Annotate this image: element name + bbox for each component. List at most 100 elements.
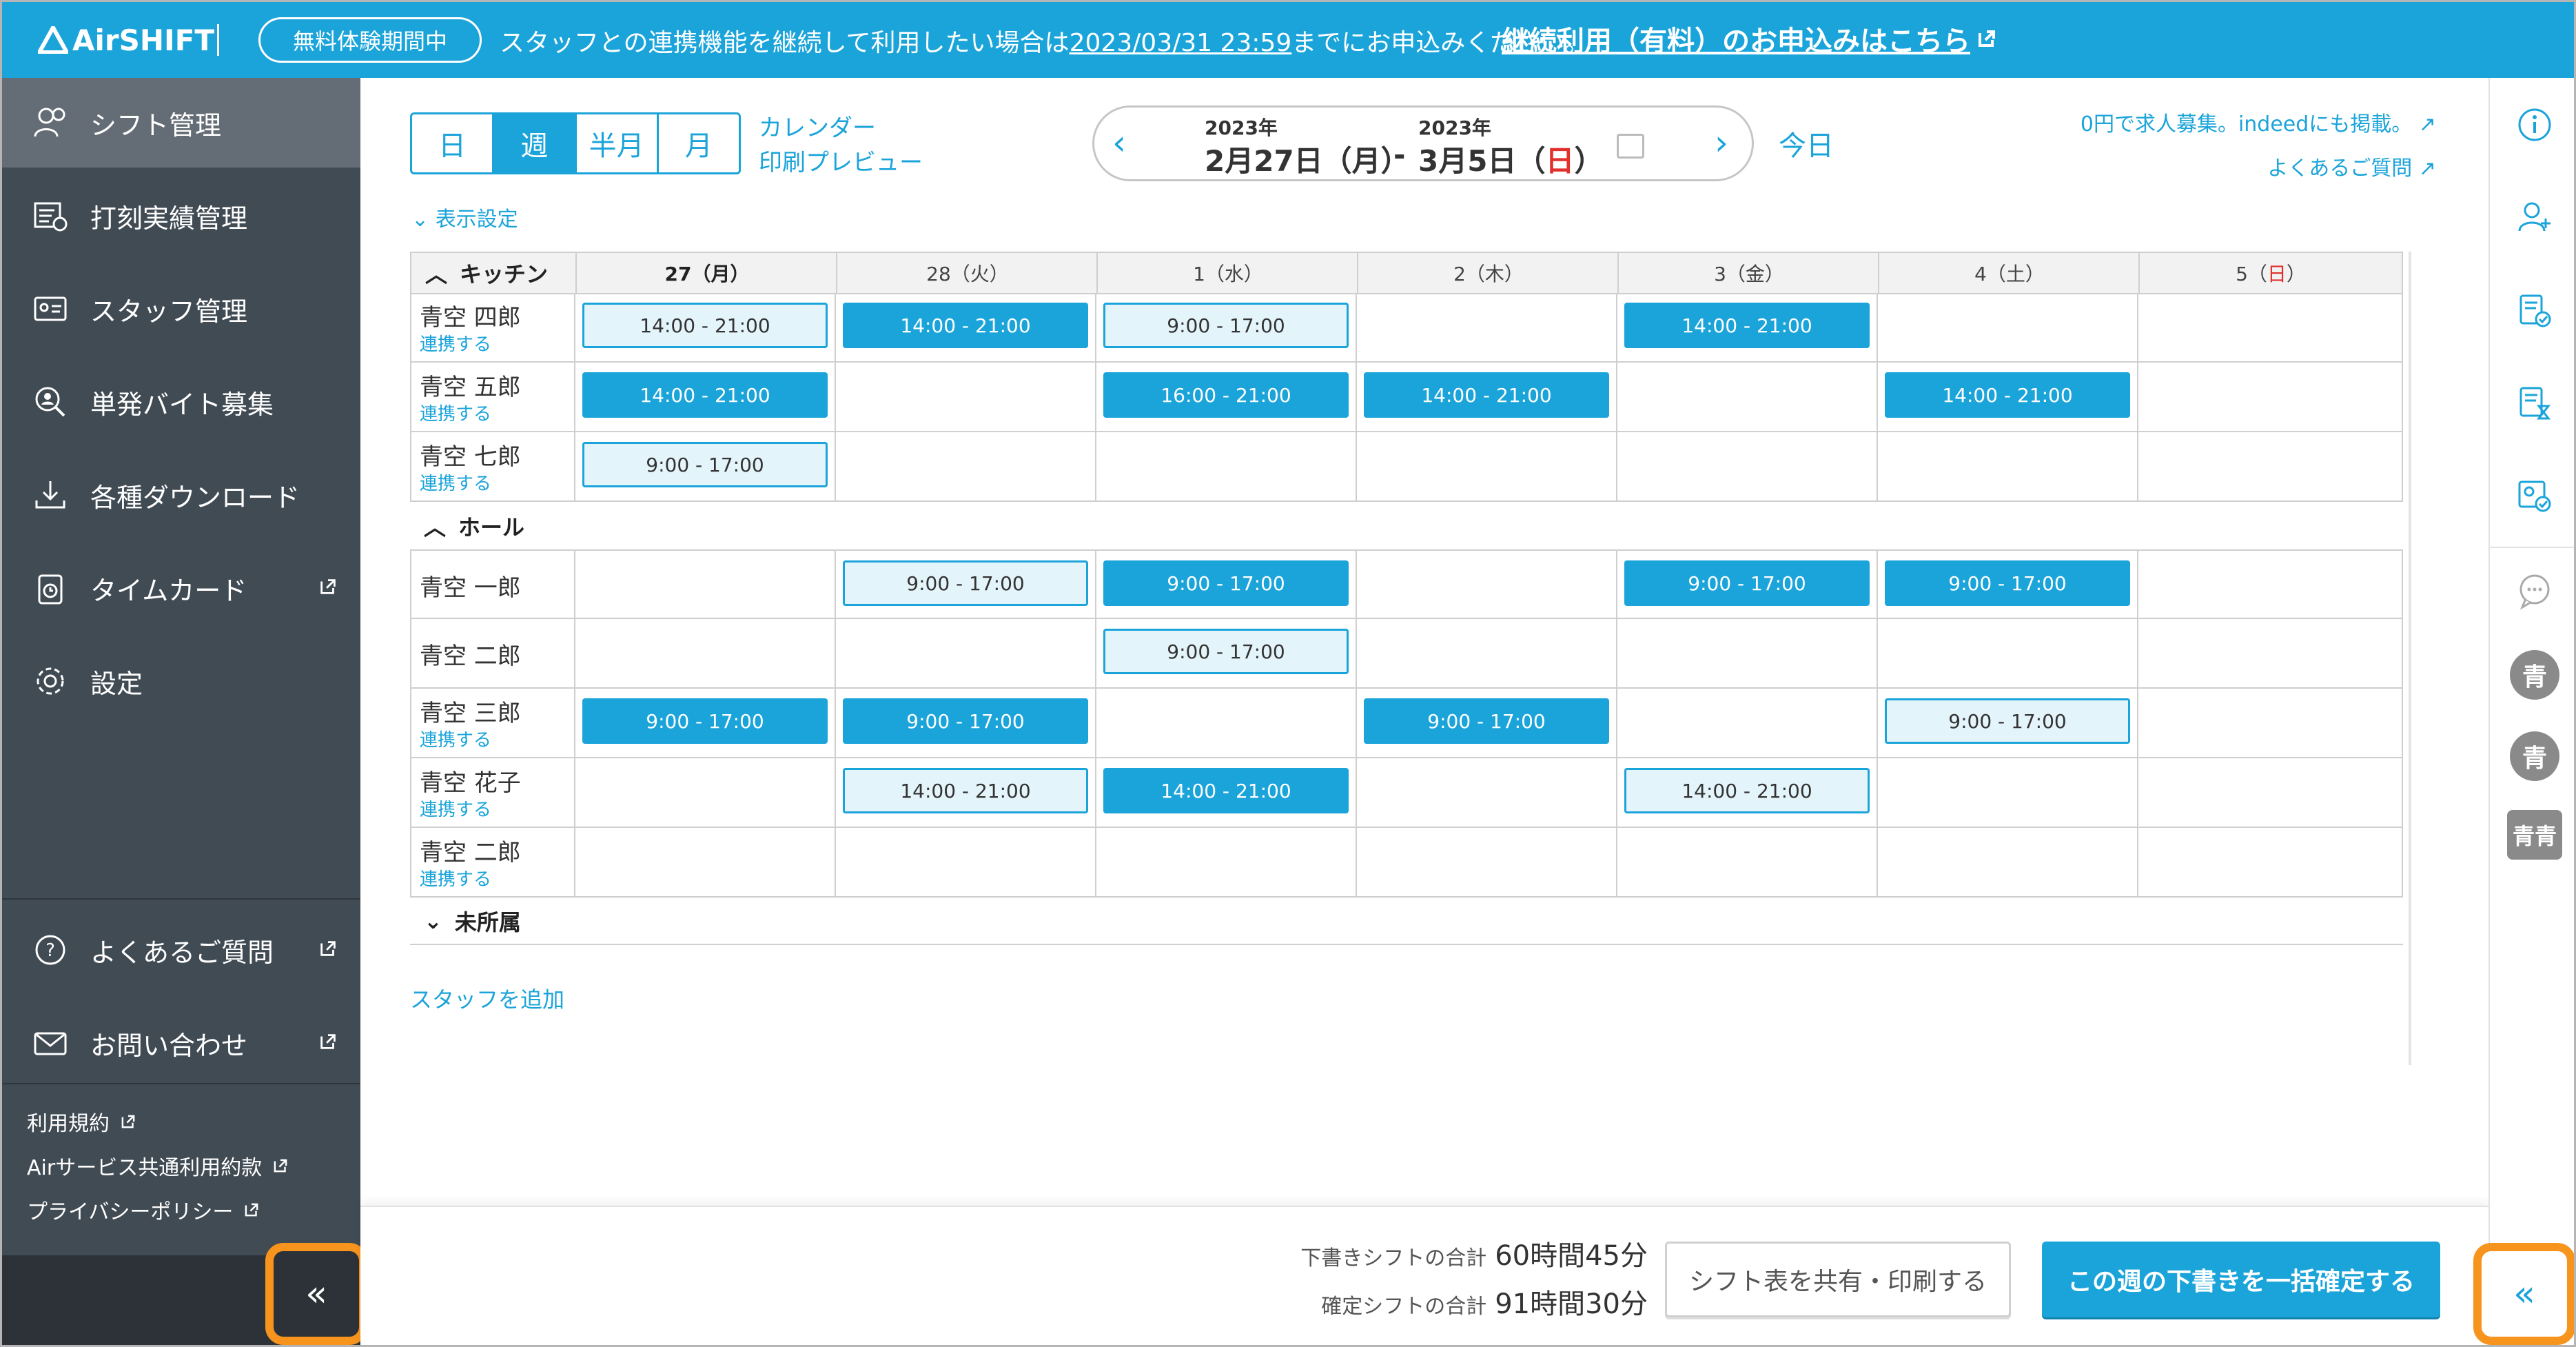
draft-shift[interactable]: 9:00 - 17:00 — [1103, 303, 1349, 348]
staff-name[interactable]: 青空 四郎 — [420, 298, 521, 332]
confirmed-shift[interactable]: 9:00 - 17:00 — [1103, 560, 1349, 606]
day-header: 1（水） — [1096, 253, 1358, 293]
link-staff-link[interactable]: 連携する — [420, 726, 491, 751]
sidebar-item-timecard[interactable]: タイムカード — [2, 543, 360, 633]
grid-line — [1616, 619, 1617, 687]
banner-message-prefix: スタッフとの連携機能を継続して利用したい場合は — [500, 29, 1070, 57]
link-staff-link[interactable]: 連携する — [420, 400, 491, 425]
draft-shift[interactable]: 9:00 - 17:00 — [1885, 698, 2130, 744]
airshift-logo[interactable]: AirSHIFT — [38, 21, 214, 59]
link-staff-link[interactable]: 連携する — [420, 469, 491, 495]
staff-name[interactable]: 青空 七郎 — [420, 438, 521, 472]
table-row: 青空 七郎 連携する 9:00 - 17:00 — [410, 432, 2403, 502]
tab-half-month[interactable]: 半月 — [577, 114, 659, 172]
staff-name[interactable]: 青空 一郎 — [420, 569, 521, 602]
document-clock-icon[interactable] — [2513, 381, 2557, 425]
calendar-icon[interactable] — [1617, 134, 1644, 159]
external-link-icon — [318, 573, 338, 603]
draft-shift[interactable]: 14:00 - 21:00 — [843, 768, 1088, 813]
avatar[interactable]: 青青 — [2507, 810, 2562, 860]
table-row: 青空 四郎 連携する 14:00 - 21:00 14:00 - 21:00 9:00 … — [410, 293, 2403, 363]
confirmed-shift[interactable]: 14:00 - 21:00 — [1103, 768, 1349, 813]
grid-line — [574, 363, 575, 431]
logo-mark-icon — [38, 26, 68, 54]
draft-total-value: 60時間45分 — [1495, 1240, 1648, 1272]
staff-name[interactable]: 青空 花子 — [420, 764, 521, 798]
search-person-icon — [31, 383, 70, 421]
confirmed-total-label: 確定シフトの合計 — [1321, 1295, 1487, 1319]
grid-line — [1877, 432, 1878, 500]
sidebar-item-download[interactable]: 各種ダウンロード — [2, 450, 360, 540]
sidebar-collapse-button[interactable]: « — [265, 1243, 367, 1345]
confirmed-shift[interactable]: 14:00 - 21:00 — [1364, 372, 1609, 418]
sidebar-item-staff[interactable]: スタッフ管理 — [2, 264, 360, 354]
confirmed-shift[interactable]: 9:00 - 17:00 — [1364, 698, 1609, 744]
checklist-icon[interactable] — [2513, 289, 2557, 333]
link-staff-link[interactable]: 連携する — [420, 796, 491, 821]
today-button[interactable]: 今日 — [1779, 123, 1834, 163]
sidebar-item-settings[interactable]: 設定 — [2, 636, 360, 726]
confirmed-shift[interactable]: 14:00 - 21:00 — [582, 372, 828, 418]
display-settings-toggle[interactable]: ⌄ 表示設定 — [411, 202, 518, 232]
confirmed-shift[interactable]: 9:00 - 17:00 — [1885, 560, 2130, 606]
group-title-kitchen[interactable]: ︿ キッチン — [411, 253, 577, 293]
job-posting-link[interactable]: 0円で求人募集。indeedにも掲載。 ↗ — [2081, 107, 2436, 137]
sidebar-item-shift[interactable]: シフト管理 — [2, 78, 360, 168]
link-staff-link[interactable]: 連携する — [420, 330, 491, 356]
link-staff-link[interactable]: 連携する — [420, 865, 491, 891]
bulk-confirm-button[interactable]: この週の下書きを一括確定する — [2042, 1242, 2440, 1317]
confirmed-shift[interactable]: 14:00 - 21:00 — [1624, 303, 1870, 348]
app-root: AirSHIFT 無料体験期間中 スタッフとの連携機能を継続して利用したい場合は… — [0, 0, 2576, 1347]
end-date-suffix: ） — [1574, 144, 1604, 178]
chat-icon[interactable] — [2513, 569, 2557, 613]
staff-name[interactable]: 青空 二郎 — [420, 833, 521, 867]
confirmed-shift[interactable]: 9:00 - 17:00 — [1624, 560, 1870, 606]
next-week-button[interactable]: › — [1715, 123, 1728, 163]
chevron-down-icon: ⌄ — [424, 908, 442, 934]
faq-link[interactable]: よくあるご質問 ↗ — [2267, 151, 2436, 181]
info-icon[interactable] — [2513, 103, 2557, 147]
right-rail-collapse-button[interactable]: « — [2473, 1243, 2574, 1345]
tab-day[interactable]: 日 — [412, 114, 495, 172]
add-user-icon[interactable] — [2513, 195, 2557, 239]
confirmed-shift[interactable]: 9:00 - 17:00 — [582, 698, 828, 744]
terms-link[interactable]: 利用規約 — [27, 1106, 137, 1137]
sidebar-item-parttime[interactable]: 単発バイト募集 — [2, 357, 360, 447]
staff-name[interactable]: 青空 二郎 — [420, 637, 521, 671]
grid-line — [1356, 293, 1357, 361]
tab-week[interactable]: 週 — [494, 114, 577, 172]
draft-shift[interactable]: 9:00 - 17:00 — [843, 560, 1088, 606]
group-title-unassigned[interactable]: ⌄ 未所属 — [410, 905, 521, 937]
tab-month[interactable]: 月 — [659, 114, 739, 172]
prev-week-button[interactable]: ‹ — [1112, 123, 1126, 163]
add-staff-link[interactable]: スタッフを追加 — [410, 982, 564, 1014]
grid-line — [2137, 758, 2138, 827]
confirmed-shift[interactable]: 16:00 - 21:00 — [1103, 372, 1349, 418]
avatar[interactable]: 青 — [2510, 650, 2559, 700]
staff-check-icon[interactable] — [2513, 474, 2557, 518]
privacy-policy-link[interactable]: プライバシーポリシー — [27, 1195, 260, 1225]
grid-line — [2137, 293, 2138, 361]
service-terms-link[interactable]: Airサービス共通利用約款 — [27, 1151, 289, 1181]
avatar[interactable]: 青 — [2510, 731, 2559, 781]
draft-shift[interactable]: 9:00 - 17:00 — [1103, 629, 1349, 674]
print-link-line2: 印刷プレビュー — [759, 149, 923, 176]
confirmed-shift[interactable]: 14:00 - 21:00 — [1885, 372, 2130, 418]
confirmed-shift[interactable]: 14:00 - 21:00 — [843, 303, 1088, 348]
staff-name[interactable]: 青空 三郎 — [420, 694, 521, 728]
grid-scrollbar[interactable] — [2409, 252, 2411, 1065]
draft-shift[interactable]: 14:00 - 21:00 — [1624, 768, 1870, 813]
group-title-hall[interactable]: ︿ ホール — [410, 507, 524, 545]
confirmed-shift[interactable]: 9:00 - 17:00 — [843, 698, 1088, 744]
grid-line — [1095, 689, 1096, 757]
question-icon: ? — [31, 931, 70, 969]
staff-name[interactable]: 青空 五郎 — [420, 368, 521, 402]
sidebar-item-help[interactable]: ? よくあるご質問 — [2, 905, 360, 995]
sidebar-item-contact[interactable]: お問い合わせ — [2, 998, 360, 1088]
calendar-print-preview-link[interactable]: カレンダー 印刷プレビュー — [759, 111, 923, 180]
sidebar-item-timeclock[interactable]: 打刻実績管理 — [2, 171, 360, 261]
draft-shift[interactable]: 9:00 - 17:00 — [582, 442, 828, 487]
apply-link[interactable]: 継続利用（有料）のお申込みはこちら — [1502, 19, 1998, 59]
share-print-button[interactable]: シフト表を共有・印刷する — [1665, 1242, 2011, 1317]
draft-shift[interactable]: 14:00 - 21:00 — [582, 303, 828, 348]
